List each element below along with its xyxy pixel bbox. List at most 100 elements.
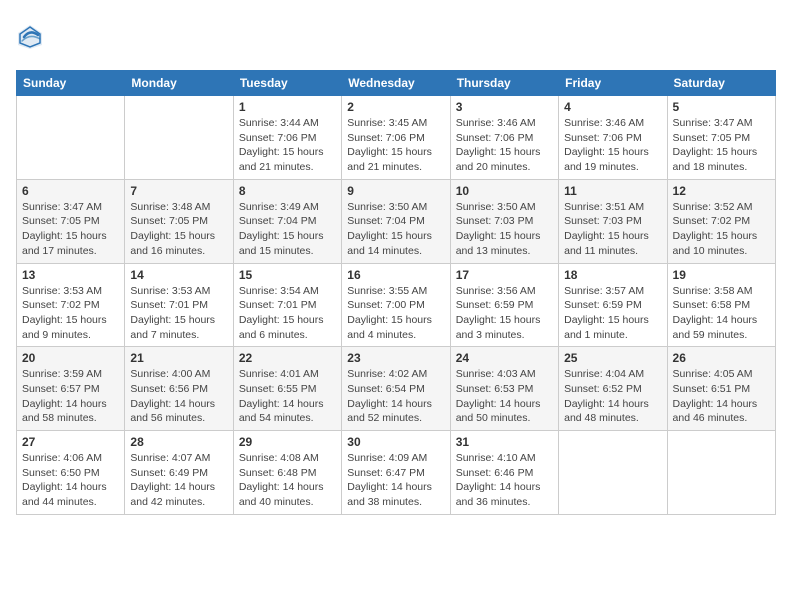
day-number: 18 [564, 268, 661, 282]
day-info: Sunrise: 3:56 AMSunset: 6:59 PMDaylight:… [456, 284, 553, 343]
day-number: 31 [456, 435, 553, 449]
calendar-cell: 16 Sunrise: 3:55 AMSunset: 7:00 PMDayligh… [342, 263, 450, 347]
day-number: 2 [347, 100, 444, 114]
day-number: 22 [239, 351, 336, 365]
page-header [16, 16, 776, 58]
days-of-week-row: SundayMondayTuesdayWednesdayThursdayFrid… [17, 71, 776, 96]
day-number: 23 [347, 351, 444, 365]
calendar-week-row: 20 Sunrise: 3:59 AMSunset: 6:57 PMDayligh… [17, 347, 776, 431]
day-number: 1 [239, 100, 336, 114]
day-info: Sunrise: 3:47 AMSunset: 7:05 PMDaylight:… [673, 116, 770, 175]
day-info: Sunrise: 3:50 AMSunset: 7:03 PMDaylight:… [456, 200, 553, 259]
day-number: 10 [456, 184, 553, 198]
day-info: Sunrise: 3:54 AMSunset: 7:01 PMDaylight:… [239, 284, 336, 343]
day-info: Sunrise: 4:10 AMSunset: 6:46 PMDaylight:… [456, 451, 553, 510]
day-info: Sunrise: 3:50 AMSunset: 7:04 PMDaylight:… [347, 200, 444, 259]
calendar-cell: 6 Sunrise: 3:47 AMSunset: 7:05 PMDaylight… [17, 179, 125, 263]
day-number: 9 [347, 184, 444, 198]
calendar-cell: 3Sunrise: 3:46 AMSunset: 7:06 PMDaylight… [450, 96, 558, 180]
day-info: Sunrise: 3:46 AMSunset: 7:06 PMDaylight:… [564, 116, 661, 175]
day-info: Sunrise: 3:58 AMSunset: 6:58 PMDaylight:… [673, 284, 770, 343]
calendar-cell [17, 96, 125, 180]
calendar-cell: 22 Sunrise: 4:01 AMSunset: 6:55 PMDayligh… [233, 347, 341, 431]
calendar-week-row: 13Sunrise: 3:53 AMSunset: 7:02 PMDayligh… [17, 263, 776, 347]
day-info: Sunrise: 3:51 AMSunset: 7:03 PMDaylight:… [564, 200, 661, 259]
day-info: Sunrise: 4:07 AMSunset: 6:49 PMDaylight:… [130, 451, 227, 510]
day-info: Sunrise: 3:53 AMSunset: 7:02 PMDaylight:… [22, 284, 119, 343]
day-info: Sunrise: 3:45 AMSunset: 7:06 PMDaylight:… [347, 116, 444, 175]
calendar-body: 1 Sunrise: 3:44 AMSunset: 7:06 PMDaylight… [17, 96, 776, 515]
day-of-week-header: Tuesday [233, 71, 341, 96]
day-number: 29 [239, 435, 336, 449]
day-number: 12 [673, 184, 770, 198]
calendar-cell: 19 Sunrise: 3:58 AMSunset: 6:58 PMDayligh… [667, 263, 775, 347]
day-info: Sunrise: 4:04 AMSunset: 6:52 PMDaylight:… [564, 367, 661, 426]
day-info: Sunrise: 3:52 AMSunset: 7:02 PMDaylight:… [673, 200, 770, 259]
calendar-cell: 5Sunrise: 3:47 AMSunset: 7:05 PMDaylight… [667, 96, 775, 180]
logo-icon [16, 23, 44, 51]
day-info: Sunrise: 3:49 AMSunset: 7:04 PMDaylight:… [239, 200, 336, 259]
day-info: Sunrise: 3:53 AMSunset: 7:01 PMDaylight:… [130, 284, 227, 343]
logo [16, 16, 48, 58]
calendar-table: SundayMondayTuesdayWednesdayThursdayFrid… [16, 70, 776, 515]
day-number: 20 [22, 351, 119, 365]
calendar-cell: 14 Sunrise: 3:53 AMSunset: 7:01 PMDayligh… [125, 263, 233, 347]
calendar-cell: 21 Sunrise: 4:00 AMSunset: 6:56 PMDayligh… [125, 347, 233, 431]
calendar-cell: 8 Sunrise: 3:49 AMSunset: 7:04 PMDaylight… [233, 179, 341, 263]
calendar-cell: 12 Sunrise: 3:52 AMSunset: 7:02 PMDayligh… [667, 179, 775, 263]
day-number: 24 [456, 351, 553, 365]
day-of-week-header: Sunday [17, 71, 125, 96]
day-info: Sunrise: 4:01 AMSunset: 6:55 PMDaylight:… [239, 367, 336, 426]
calendar-cell: 23 Sunrise: 4:02 AMSunset: 6:54 PMDayligh… [342, 347, 450, 431]
day-number: 6 [22, 184, 119, 198]
day-number: 4 [564, 100, 661, 114]
calendar-cell: 27Sunrise: 4:06 AMSunset: 6:50 PMDayligh… [17, 431, 125, 515]
day-number: 16 [347, 268, 444, 282]
day-info: Sunrise: 4:09 AMSunset: 6:47 PMDaylight:… [347, 451, 444, 510]
calendar-cell: 26 Sunrise: 4:05 AMSunset: 6:51 PMDayligh… [667, 347, 775, 431]
calendar-cell: 13Sunrise: 3:53 AMSunset: 7:02 PMDayligh… [17, 263, 125, 347]
day-of-week-header: Wednesday [342, 71, 450, 96]
calendar-cell: 20 Sunrise: 3:59 AMSunset: 6:57 PMDayligh… [17, 347, 125, 431]
calendar-cell: 17 Sunrise: 3:56 AMSunset: 6:59 PMDayligh… [450, 263, 558, 347]
day-info: Sunrise: 4:03 AMSunset: 6:53 PMDaylight:… [456, 367, 553, 426]
day-info: Sunrise: 3:44 AMSunset: 7:06 PMDaylight:… [239, 116, 336, 175]
calendar-cell [667, 431, 775, 515]
day-number: 21 [130, 351, 227, 365]
day-number: 17 [456, 268, 553, 282]
day-number: 3 [456, 100, 553, 114]
day-number: 28 [130, 435, 227, 449]
calendar-week-row: 1 Sunrise: 3:44 AMSunset: 7:06 PMDaylight… [17, 96, 776, 180]
calendar-cell: 31 Sunrise: 4:10 AMSunset: 6:46 PMDayligh… [450, 431, 558, 515]
day-number: 19 [673, 268, 770, 282]
calendar-cell: 2 Sunrise: 3:45 AMSunset: 7:06 PMDaylight… [342, 96, 450, 180]
day-info: Sunrise: 4:08 AMSunset: 6:48 PMDaylight:… [239, 451, 336, 510]
day-info: Sunrise: 3:57 AMSunset: 6:59 PMDaylight:… [564, 284, 661, 343]
day-info: Sunrise: 3:55 AMSunset: 7:00 PMDaylight:… [347, 284, 444, 343]
day-info: Sunrise: 4:02 AMSunset: 6:54 PMDaylight:… [347, 367, 444, 426]
day-number: 7 [130, 184, 227, 198]
calendar-cell: 7 Sunrise: 3:48 AMSunset: 7:05 PMDaylight… [125, 179, 233, 263]
day-info: Sunrise: 3:59 AMSunset: 6:57 PMDaylight:… [22, 367, 119, 426]
calendar-cell: 11 Sunrise: 3:51 AMSunset: 7:03 PMDayligh… [559, 179, 667, 263]
day-number: 30 [347, 435, 444, 449]
calendar-week-row: 6 Sunrise: 3:47 AMSunset: 7:05 PMDaylight… [17, 179, 776, 263]
day-info: Sunrise: 4:00 AMSunset: 6:56 PMDaylight:… [130, 367, 227, 426]
day-number: 14 [130, 268, 227, 282]
calendar-cell: 1 Sunrise: 3:44 AMSunset: 7:06 PMDaylight… [233, 96, 341, 180]
calendar-cell [125, 96, 233, 180]
calendar-cell: 9 Sunrise: 3:50 AMSunset: 7:04 PMDaylight… [342, 179, 450, 263]
day-number: 11 [564, 184, 661, 198]
calendar-week-row: 27Sunrise: 4:06 AMSunset: 6:50 PMDayligh… [17, 431, 776, 515]
calendar-cell: 30 Sunrise: 4:09 AMSunset: 6:47 PMDayligh… [342, 431, 450, 515]
day-info: Sunrise: 4:05 AMSunset: 6:51 PMDaylight:… [673, 367, 770, 426]
calendar-cell: 10 Sunrise: 3:50 AMSunset: 7:03 PMDayligh… [450, 179, 558, 263]
day-of-week-header: Saturday [667, 71, 775, 96]
day-number: 26 [673, 351, 770, 365]
day-number: 8 [239, 184, 336, 198]
day-info: Sunrise: 3:48 AMSunset: 7:05 PMDaylight:… [130, 200, 227, 259]
day-info: Sunrise: 3:47 AMSunset: 7:05 PMDaylight:… [22, 200, 119, 259]
calendar-cell: 18 Sunrise: 3:57 AMSunset: 6:59 PMDayligh… [559, 263, 667, 347]
day-of-week-header: Monday [125, 71, 233, 96]
day-number: 15 [239, 268, 336, 282]
